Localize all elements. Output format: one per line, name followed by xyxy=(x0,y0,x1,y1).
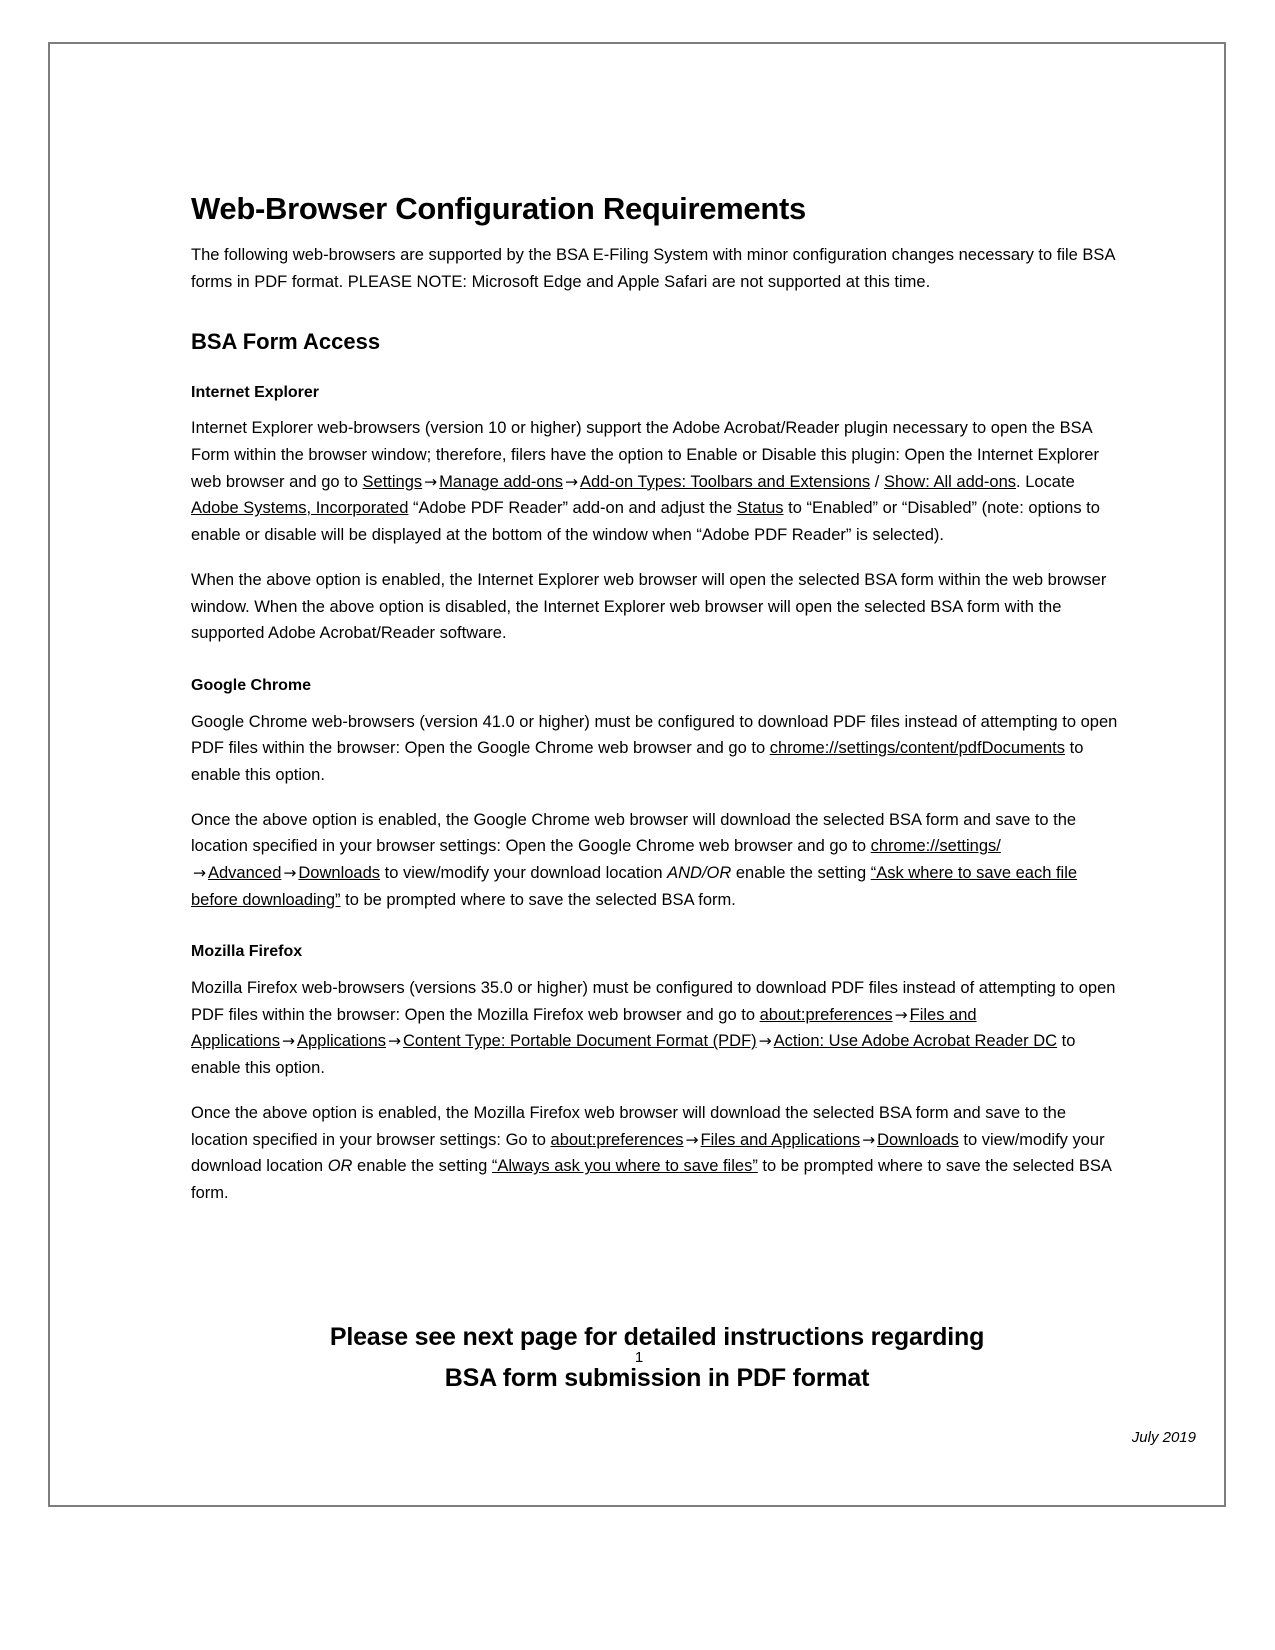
subsection-heading-google-chrome: Google Chrome xyxy=(191,676,312,694)
link-firefox-content-type[interactable]: Content Type: Portable Document Format (… xyxy=(403,1032,757,1050)
link-firefox-applications[interactable]: Applications xyxy=(297,1032,386,1050)
arrow-icon: → xyxy=(685,1130,699,1149)
arrow-icon: → xyxy=(565,472,578,491)
page-number: 1 xyxy=(634,1349,644,1366)
arrow-icon: → xyxy=(894,1005,908,1024)
subsection-heading-internet-explorer: Internet Explorer xyxy=(191,383,320,401)
intro-paragraph: The following web-browsers are supported… xyxy=(191,246,1115,291)
page-title: Web-Browser Configuration Requirements xyxy=(191,191,806,226)
link-chrome-settings[interactable]: chrome://settings/ xyxy=(871,837,1001,855)
link-chrome-pdf-documents[interactable]: chrome://settings/content/pdfDocuments xyxy=(770,739,1065,757)
mozilla-firefox-paragraph-2: Once the above option is enabled, the Mo… xyxy=(191,1100,1123,1207)
link-ie-show-all-addons[interactable]: Show: All add-ons xyxy=(884,473,1016,491)
link-ie-addon-types[interactable]: Add-on Types: Toolbars and Extensions xyxy=(580,473,870,491)
firefox-text-5: enable the setting xyxy=(352,1157,492,1176)
link-firefox-action-adobe-reader[interactable]: Action: Use Adobe Acrobat Reader DC xyxy=(774,1032,1057,1050)
arrow-icon: → xyxy=(424,472,438,491)
link-firefox-always-ask[interactable]: “Always ask you where to save files” xyxy=(492,1157,758,1175)
ie-text-2: . Locate xyxy=(1016,472,1075,491)
ie-text-3: “Adobe PDF Reader” add-on and adjust the xyxy=(408,499,737,518)
arrow-icon: → xyxy=(283,864,297,883)
arrow-icon: → xyxy=(281,1032,295,1051)
internet-explorer-paragraph-2: When the above option is enabled, the In… xyxy=(191,570,1107,643)
link-ie-settings[interactable]: Settings xyxy=(363,473,423,491)
chrome-emphasis-andor: AND/OR xyxy=(667,864,732,883)
arrow-icon: → xyxy=(758,1032,772,1051)
section-heading-bsa-form-access: BSA Form Access xyxy=(191,328,381,354)
link-firefox-about-preferences-2[interactable]: about:preferences xyxy=(551,1131,684,1149)
arrow-icon: → xyxy=(862,1130,876,1149)
document-page: Web-Browser Configuration Requirements T… xyxy=(48,42,1226,1507)
arrow-icon: → xyxy=(193,864,206,883)
subsection-heading-mozilla-firefox: Mozilla Firefox xyxy=(191,943,303,961)
mozilla-firefox-paragraph-1: Mozilla Firefox web-browsers (versions 3… xyxy=(191,975,1123,1082)
internet-explorer-paragraph-1: Internet Explorer web-browsers (version … xyxy=(191,415,1123,549)
link-ie-adobe-systems[interactable]: Adobe Systems, Incorporated xyxy=(191,499,408,517)
chrome-text-6: to be prompted where to save the selecte… xyxy=(340,890,736,909)
google-chrome-paragraph-2: Once the above option is enabled, the Go… xyxy=(191,807,1123,914)
link-firefox-about-preferences[interactable]: about:preferences xyxy=(760,1006,893,1024)
link-firefox-downloads[interactable]: Downloads xyxy=(877,1131,959,1149)
link-firefox-files-and-applications-2[interactable]: Files and Applications xyxy=(701,1131,861,1149)
firefox-emphasis-or: OR xyxy=(327,1157,353,1176)
firefox-text-1: Mozilla Firefox web-browsers (versions 3… xyxy=(191,979,1116,1024)
footer-date: July 2019 xyxy=(1131,1429,1196,1446)
chrome-text-4: to view/modify your download location xyxy=(380,864,668,883)
ie-slash: / xyxy=(870,472,884,491)
link-chrome-downloads[interactable]: Downloads xyxy=(298,864,380,882)
link-ie-status[interactable]: Status xyxy=(737,499,784,517)
arrow-icon: → xyxy=(387,1032,401,1051)
chrome-text-5: enable the setting xyxy=(731,864,871,883)
link-ie-manage-addons[interactable]: Manage add-ons xyxy=(439,473,563,491)
google-chrome-paragraph-1: Google Chrome web-browsers (version 41.0… xyxy=(191,709,1123,789)
link-chrome-advanced[interactable]: Advanced xyxy=(208,864,281,882)
document-content: Web-Browser Configuration Requirements T… xyxy=(191,191,1123,1399)
